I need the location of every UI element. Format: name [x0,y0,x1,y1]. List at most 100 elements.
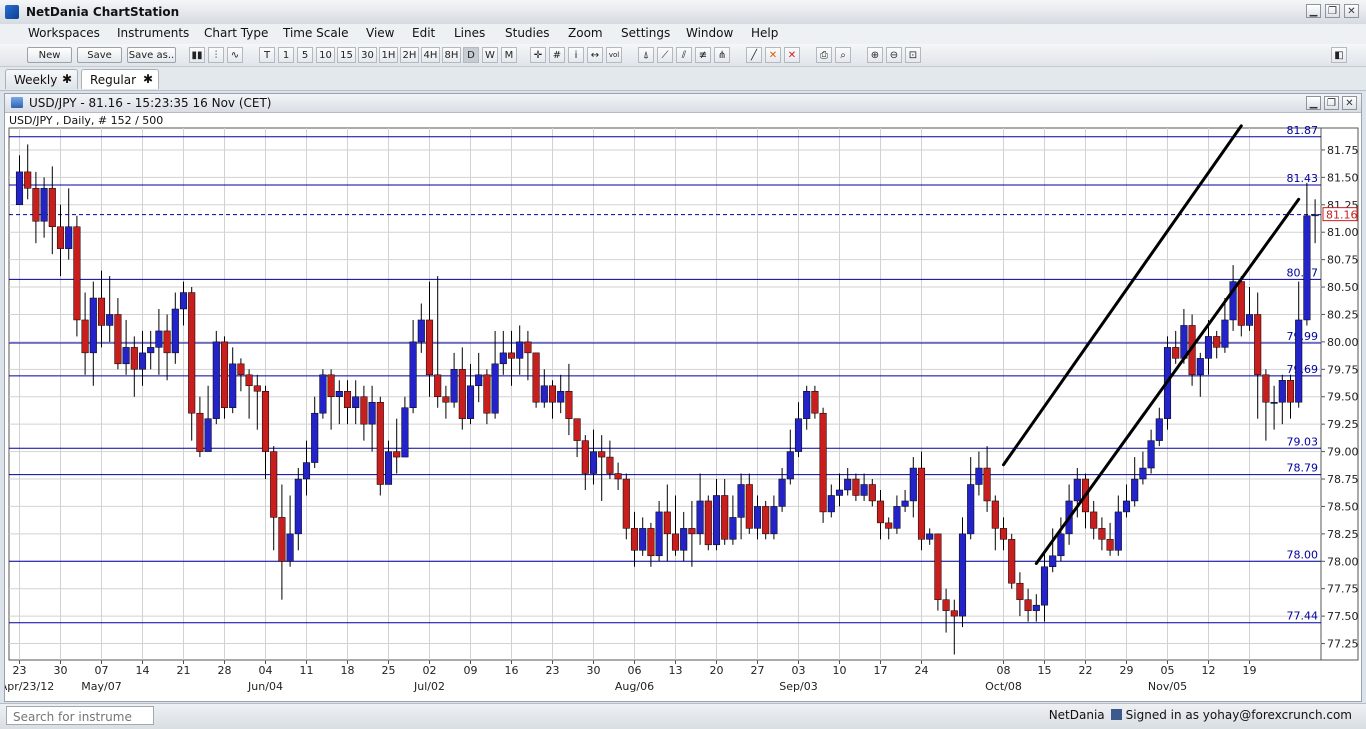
candle-body[interactable] [491,363,499,414]
candle-body[interactable] [24,171,32,189]
candle-body[interactable] [384,451,393,485]
print-icon[interactable]: ⎙ [816,47,832,63]
chart-restore-icon[interactable]: ❐ [1324,96,1339,110]
candle-body[interactable] [696,500,704,535]
candle-body[interactable] [466,385,475,419]
candle-body[interactable] [138,352,147,370]
candle-body[interactable] [1114,511,1122,551]
search-box[interactable] [6,706,154,725]
candle-body[interactable] [737,484,745,518]
candle-body[interactable] [819,412,827,513]
search-input[interactable] [11,708,135,725]
zoom-out-icon[interactable]: ⊖ [886,47,902,63]
candle-body[interactable] [926,533,934,540]
candle-body[interactable] [614,473,622,480]
candle-body[interactable] [1221,319,1229,348]
chart-close-icon[interactable]: ✕ [1342,96,1357,110]
candle-body[interactable] [532,352,540,403]
candle-body[interactable] [1172,347,1180,359]
candle-body[interactable] [48,188,56,227]
candle-body[interactable] [1090,511,1098,529]
close-icon[interactable]: ✕ [1344,4,1359,18]
menu-window[interactable]: Window [686,26,733,40]
candle-body[interactable] [909,467,917,502]
timescale-8h-button[interactable]: 8H [442,47,461,63]
candle-body[interactable] [958,533,967,617]
candle-body[interactable] [844,478,852,491]
menu-instruments[interactable]: Instruments [117,26,189,40]
candle-body[interactable] [401,407,409,458]
candle-body[interactable] [1139,467,1147,480]
price-chart[interactable]: USD/JPY , Daily, # 152 / 500 77.25 77.50 7… [5,113,1361,702]
candle-body[interactable] [434,374,442,397]
candle-body[interactable] [975,467,983,485]
candle-body[interactable] [999,528,1008,540]
draw-line-icon[interactable]: ╱ [746,47,762,63]
timescale-1m-button[interactable]: 1 [278,47,294,63]
candle-body[interactable] [1024,599,1032,611]
candle-body[interactable] [942,599,950,611]
candle-body[interactable] [425,319,434,376]
candle-body[interactable] [622,478,630,529]
candle-body[interactable] [712,495,721,546]
candle-body[interactable] [196,412,204,452]
candle-body[interactable] [811,391,819,414]
zoom-in-icon[interactable]: ⊕ [867,47,883,63]
restore-icon[interactable]: ❐ [1325,4,1340,18]
candle-body[interactable] [499,352,507,365]
menu-time-scale[interactable]: Time Scale [283,26,348,40]
candle-body[interactable] [311,412,319,463]
timescale-15m-button[interactable]: 15 [337,47,356,63]
menu-chart-type[interactable]: Chart Type [204,26,268,40]
candle-body[interactable] [868,484,876,502]
menu-view[interactable]: View [366,26,394,40]
candle-body[interactable] [163,330,171,354]
candle-body[interactable] [352,396,360,408]
candle-body[interactable] [745,484,753,529]
candle-body[interactable] [524,341,532,354]
candle-body[interactable] [1237,281,1245,326]
candle-body[interactable] [458,369,466,419]
timescale-2h-button[interactable]: 2H [400,47,419,63]
candle-body[interactable] [237,363,245,376]
candle-body[interactable] [1032,604,1040,611]
candle-body[interactable] [179,292,188,310]
timescale-daily-button[interactable]: D [463,47,479,63]
panel-toggle-icon[interactable]: ◧ [1331,47,1347,63]
candle-body[interactable] [475,374,483,387]
candle-body[interactable] [1254,314,1262,376]
minimize-icon[interactable]: ▁ [1306,4,1321,18]
candle-body[interactable] [409,341,417,408]
timescale-monthly-button[interactable]: M [501,47,517,63]
candle-body[interactable] [253,385,261,392]
candle-body[interactable] [573,418,581,441]
candle-body[interactable] [655,511,663,557]
grid-icon[interactable]: # [549,47,565,63]
candle-body[interactable] [827,495,835,513]
candle-body[interactable] [589,451,598,474]
candle-body[interactable] [442,396,450,403]
menu-zoom[interactable]: Zoom [568,26,603,40]
candle-body[interactable] [1049,555,1057,568]
tab-close-icon[interactable]: ✱ [62,72,72,86]
candle-body[interactable] [368,401,376,425]
candle-body[interactable] [73,226,81,321]
candle-body[interactable] [516,341,524,359]
candle-body[interactable] [581,440,589,474]
menu-help[interactable]: Help [751,26,778,40]
delete-all-icon[interactable]: ✕ [784,47,800,63]
candle-body[interactable] [983,467,991,502]
candlestick-chart-icon[interactable]: ▮▮ [189,47,205,63]
candle-body[interactable] [188,292,196,414]
candle-body[interactable] [261,391,270,452]
candle-body[interactable] [417,319,425,343]
candle-body[interactable] [155,330,163,348]
timescale-10m-button[interactable]: 10 [316,47,335,63]
candle-body[interactable] [598,451,606,458]
menu-edit[interactable]: Edit [412,26,435,40]
candle-body[interactable] [557,391,565,403]
candle-body[interactable] [835,489,844,496]
candle-body[interactable] [639,528,647,551]
candle-body[interactable] [65,226,73,249]
candle-body[interactable] [680,528,688,551]
